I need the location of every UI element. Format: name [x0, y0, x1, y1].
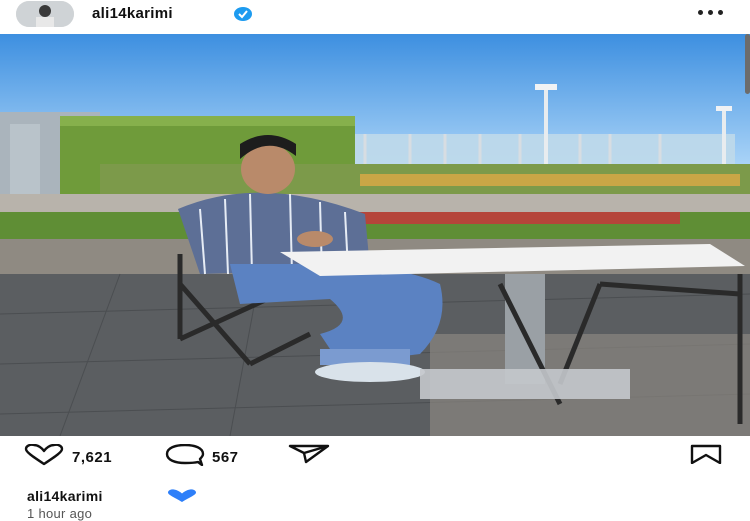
- save-button[interactable]: [688, 444, 724, 469]
- comment-button[interactable]: 567: [164, 443, 239, 471]
- post-header: ali14karimi: [0, 0, 750, 28]
- like-count[interactable]: 7,621: [72, 449, 112, 466]
- send-icon[interactable]: [288, 444, 330, 469]
- post-photo[interactable]: [0, 34, 750, 436]
- like-button[interactable]: 7,621: [22, 443, 112, 471]
- heart-icon[interactable]: [22, 443, 66, 471]
- avatar[interactable]: [16, 1, 74, 27]
- more-options-icon[interactable]: [698, 10, 730, 18]
- bookmark-icon[interactable]: [688, 444, 724, 469]
- blue-heart-emoji: [166, 489, 198, 503]
- scrollbar[interactable]: [745, 34, 750, 94]
- action-bar: 7,621 567: [0, 440, 750, 470]
- caption-username[interactable]: ali14karimi: [27, 488, 103, 504]
- comment-icon[interactable]: [164, 443, 206, 471]
- share-button[interactable]: [288, 444, 330, 469]
- post-timestamp: 1 hour ago: [27, 506, 93, 521]
- verified-badge-icon: [234, 7, 252, 21]
- comment-count[interactable]: 567: [212, 449, 239, 466]
- post-username[interactable]: ali14karimi: [92, 5, 173, 22]
